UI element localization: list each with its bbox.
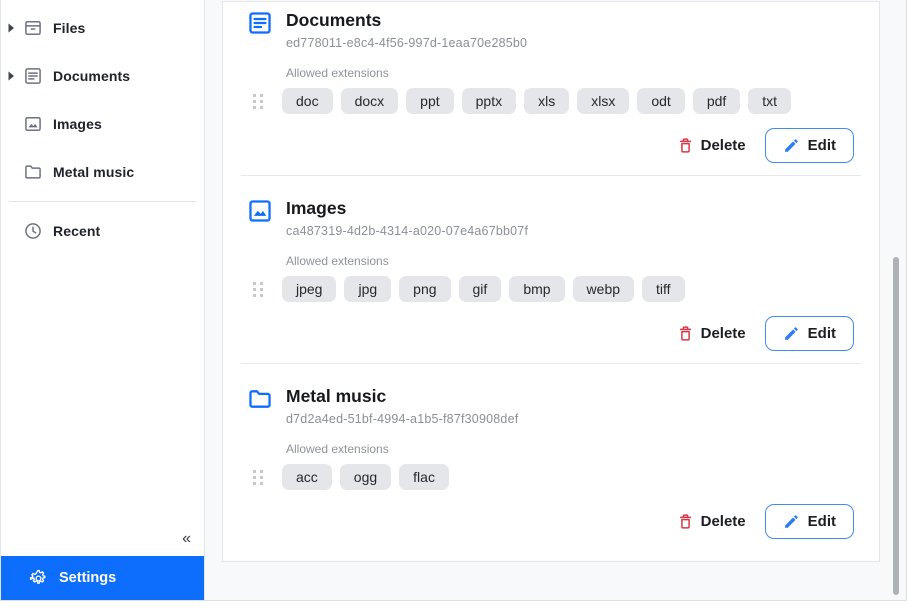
extension-chip: xls [524, 88, 570, 114]
sidebar-item-documents[interactable]: Documents [1, 52, 204, 100]
sidebar: Files Documents Images Metal music Recen… [1, 0, 205, 600]
app-window: Files Documents Images Metal music Recen… [0, 0, 907, 601]
extension-chip: txt [748, 88, 792, 114]
pencil-icon [783, 514, 799, 530]
edit-button[interactable]: Edit [764, 504, 854, 539]
entry-title-block: Documents ed778011-e8c4-4f56-997d-1eaa70… [286, 10, 527, 50]
document-icon [23, 66, 43, 86]
edit-button-label: Edit [807, 513, 836, 530]
document-icon [247, 10, 273, 36]
extension-chip: jpeg [282, 276, 337, 302]
sidebar-divider [9, 201, 196, 202]
trash-icon [678, 513, 693, 530]
main-content: Documents ed778011-e8c4-4f56-997d-1eaa70… [205, 0, 906, 600]
sidebar-item-images[interactable]: Images [1, 100, 204, 148]
entry-header: Metal music d7d2a4ed-51bf-4994-a1b5-f87f… [247, 386, 854, 426]
sidebar-nav: Files Documents Images Metal music Recen… [1, 0, 204, 255]
allowed-extensions-label: Allowed extensions [286, 254, 389, 268]
entry-metal-music: Metal music d7d2a4ed-51bf-4994-a1b5-f87f… [223, 364, 879, 561]
sidebar-item-label: Files [53, 20, 86, 36]
edit-button-label: Edit [807, 137, 836, 154]
extension-chips: acc ogg flac [282, 464, 457, 490]
extension-chip: ogg [339, 464, 392, 490]
delete-button[interactable]: Delete [678, 325, 746, 342]
expand-arrow-icon[interactable] [8, 23, 23, 33]
gear-icon [29, 569, 48, 588]
entry-title: Metal music [286, 386, 387, 406]
sidebar-item-files[interactable]: Files [1, 4, 204, 52]
entry-uuid: ca487319-4d2b-4314-a020-07e4a67bb07f [286, 224, 529, 238]
entry-title: Images [286, 198, 347, 218]
delete-button-label: Delete [700, 137, 746, 154]
scrollbar-thumb[interactable] [893, 257, 899, 595]
entry-actions: Delete Edit [247, 128, 854, 175]
entry-title: Documents [286, 10, 382, 30]
folder-icon [23, 162, 43, 182]
expand-arrow-icon[interactable] [8, 71, 23, 81]
archive-box-icon [23, 18, 43, 38]
extension-chip: flac [399, 464, 449, 490]
drag-handle-icon[interactable] [253, 281, 263, 297]
entry-images: Images ca487319-4d2b-4314-a020-07e4a67bb… [223, 176, 879, 363]
entry-header: Images ca487319-4d2b-4314-a020-07e4a67bb… [247, 198, 854, 238]
extension-chip: gif [458, 276, 502, 302]
delete-button-label: Delete [700, 325, 746, 342]
delete-button[interactable]: Delete [678, 513, 746, 530]
edit-button[interactable]: Edit [764, 316, 854, 351]
sidebar-item-label: Images [53, 116, 102, 132]
delete-button-label: Delete [700, 513, 746, 530]
edit-button[interactable]: Edit [764, 128, 854, 163]
collapse-sidebar-button[interactable]: « [182, 531, 191, 547]
sidebar-item-label: Documents [53, 68, 131, 84]
sidebar-item-label: Recent [53, 223, 101, 239]
extension-chip: acc [282, 464, 332, 490]
extension-chip: pdf [692, 88, 741, 114]
allowed-extensions-label: Allowed extensions [286, 66, 389, 80]
entry-documents: Documents ed778011-e8c4-4f56-997d-1eaa70… [223, 2, 879, 175]
entry-actions: Delete Edit [247, 504, 854, 561]
entry-header: Documents ed778011-e8c4-4f56-997d-1eaa70… [247, 10, 854, 50]
extension-chip: png [399, 276, 451, 302]
delete-button[interactable]: Delete [678, 137, 746, 154]
extension-chip: docx [340, 88, 399, 114]
extension-chip: jpg [344, 276, 392, 302]
folder-icon [247, 386, 273, 412]
extension-chip: xlsx [577, 88, 630, 114]
extensions-row: doc docx ppt pptx xls xlsx odt pdf txt [247, 88, 854, 114]
entry-actions: Delete Edit [247, 316, 854, 363]
sidebar-item-metal-music[interactable]: Metal music [1, 148, 204, 196]
sidebar-item-label: Metal music [53, 164, 135, 180]
extension-chip: doc [282, 88, 333, 114]
clock-icon [23, 221, 43, 241]
edit-button-label: Edit [807, 325, 836, 342]
entry-uuid: ed778011-e8c4-4f56-997d-1eaa70e285b0 [286, 36, 528, 50]
extension-chips: doc docx ppt pptx xls xlsx odt pdf txt [282, 88, 799, 114]
sidebar-item-recent[interactable]: Recent [1, 207, 204, 255]
pencil-icon [783, 326, 799, 342]
settings-button[interactable]: Settings [1, 556, 204, 600]
image-icon [247, 198, 273, 224]
extensions-row: acc ogg flac [247, 464, 854, 490]
extension-chip: odt [637, 88, 685, 114]
extension-chip: pptx [461, 88, 517, 114]
drag-handle-icon[interactable] [253, 469, 263, 485]
image-icon [23, 114, 43, 134]
trash-icon [678, 137, 693, 154]
extensions-row: jpeg jpg png gif bmp webp tiff [247, 276, 854, 302]
entry-uuid: d7d2a4ed-51bf-4994-a1b5-f87f30908def [286, 412, 519, 426]
extension-chip: webp [572, 276, 635, 302]
extension-chip: ppt [406, 88, 454, 114]
settings-button-label: Settings [59, 570, 117, 586]
pencil-icon [783, 138, 799, 154]
allowed-extensions-label: Allowed extensions [286, 442, 389, 456]
extension-chip: tiff [642, 276, 685, 302]
drag-handle-icon[interactable] [253, 93, 263, 109]
extension-chip: bmp [509, 276, 565, 302]
extension-chips: jpeg jpg png gif bmp webp tiff [282, 276, 693, 302]
entry-title-block: Images ca487319-4d2b-4314-a020-07e4a67bb… [286, 198, 528, 238]
trash-icon [678, 325, 693, 342]
entry-title-block: Metal music d7d2a4ed-51bf-4994-a1b5-f87f… [286, 386, 518, 426]
tags-list-card: Documents ed778011-e8c4-4f56-997d-1eaa70… [222, 1, 880, 562]
